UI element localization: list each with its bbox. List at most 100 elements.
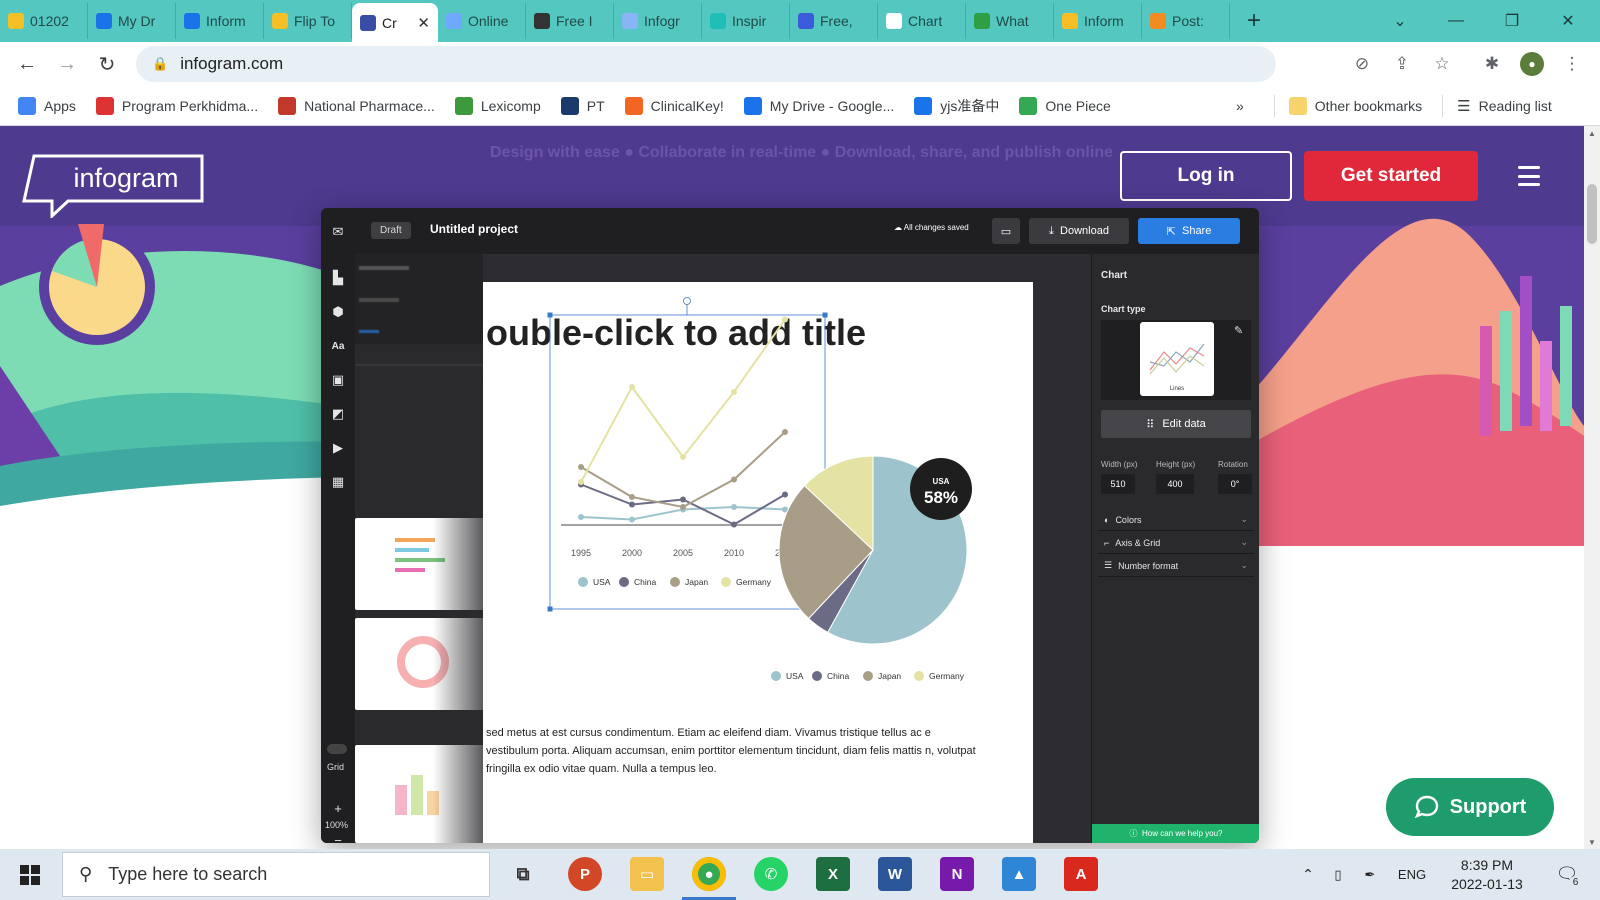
browser-tab[interactable]: Inform (1054, 3, 1142, 39)
infogram-icon (360, 14, 376, 31)
tab-title: Inform (1084, 13, 1124, 29)
browser-tab[interactable]: Post: (1142, 3, 1230, 39)
excel-icon[interactable]: X (816, 857, 850, 891)
browser-tab[interactable]: What (966, 3, 1054, 39)
browser-tab[interactable]: Free, (790, 3, 878, 39)
minimize-icon[interactable]: — (1428, 0, 1484, 42)
powerpoint-icon[interactable]: P (568, 857, 602, 891)
share-page-icon[interactable]: ⇪ (1390, 52, 1414, 76)
drive-icon (96, 13, 112, 29)
tab-strip: 01202 My Dr Inform Flip To Cr ✕ Online Free I In… (0, 0, 1600, 42)
bookmark-icon (560, 96, 579, 115)
browser-tab[interactable]: Inspir (702, 3, 790, 39)
logo-text: infogram (73, 163, 178, 193)
menu-dots-icon[interactable]: ⋮ (1560, 52, 1584, 76)
tray-network-icon[interactable]: ▯ (1326, 849, 1350, 900)
template-thumb-1 (355, 518, 485, 610)
pie-legend-swatch (863, 671, 873, 681)
clock-date: 2022-01-13 (1451, 876, 1523, 892)
taskbar-search-input[interactable]: ⚲ Type here to search (62, 852, 490, 897)
close-tab-icon[interactable]: ✕ (417, 14, 430, 32)
onenote-icon[interactable]: N (940, 857, 974, 891)
task-view-icon[interactable]: ⧉ (506, 857, 540, 891)
page-viewport: infogram Design with ease ● Collaborate … (0, 126, 1584, 849)
bookmark-label: yjs准备中 (940, 97, 1000, 114)
acrobat-icon[interactable]: A (1064, 857, 1098, 891)
new-tab-icon[interactable]: + (1236, 3, 1272, 39)
line-point (680, 504, 686, 510)
scroll-up-icon[interactable]: ▲ (1584, 126, 1600, 140)
other-bookmarks[interactable]: Other bookmarks (1288, 97, 1422, 115)
document-body-text: sed metus at est cursus condimentum. Eti… (486, 727, 976, 775)
reading-list[interactable]: ☰ Reading list (1457, 97, 1552, 115)
chrome-icon[interactable]: ● (692, 857, 726, 891)
browser-tab[interactable]: Online (438, 3, 526, 39)
photos-icon[interactable]: ▲ (1002, 857, 1036, 891)
tray-chevron-up-icon[interactable]: ⌃ (1296, 849, 1320, 900)
chat-bubble-icon (1414, 795, 1438, 819)
browser-tab[interactable]: Cr ✕ (352, 3, 438, 42)
tab-title: Inspir (732, 13, 767, 29)
line-point (578, 464, 584, 470)
bookmark-label: Apps (44, 97, 76, 114)
tab-search-icon[interactable]: ⌄ (1372, 0, 1428, 42)
chart-type-card: Lines (1140, 322, 1214, 396)
infogram-logo[interactable]: infogram (22, 154, 204, 218)
browser-tab[interactable]: Infogr (614, 3, 702, 39)
star-icon[interactable]: ☆ (1430, 52, 1454, 76)
eye-off-icon[interactable]: ⊘ (1350, 52, 1374, 76)
language-indicator[interactable]: ENG (1392, 849, 1432, 900)
word-icon[interactable]: W (878, 857, 912, 891)
browser-tab[interactable]: Free I (526, 3, 614, 39)
charts-area: 19952000200520102015USAChinaJapanGermany… (547, 297, 972, 681)
chevron-down-icon: ⌄ (1240, 560, 1248, 570)
zoom-in-icon: + (334, 800, 342, 816)
tray-pen-icon[interactable]: ✒ (1358, 849, 1382, 900)
bookmark-item[interactable]: Lexicomp (454, 96, 541, 115)
system-clock[interactable]: 8:39 PM 2022-01-13 (1432, 856, 1542, 894)
forward-icon[interactable]: → (47, 44, 87, 84)
support-button[interactable]: Support (1386, 778, 1554, 836)
bookmark-item[interactable]: National Pharmace... (278, 96, 435, 115)
restore-icon[interactable]: ❐ (1484, 0, 1540, 42)
browser-tab[interactable]: Inform (176, 3, 264, 39)
get-started-button[interactable]: Get started (1304, 151, 1478, 201)
map-tool-icon: ⬢ (332, 304, 344, 319)
template-thumb-2 (355, 618, 485, 710)
scrollbar-thumb[interactable] (1587, 184, 1597, 244)
address-bar[interactable]: 🔒 infogram.com (136, 46, 1276, 82)
pie-legend-swatch (914, 671, 924, 681)
profile-avatar[interactable]: ● (1520, 52, 1544, 76)
bookmark-item[interactable]: yjs准备中 (914, 96, 999, 116)
browser-tab[interactable]: Flip To (264, 3, 352, 39)
extensions-icon[interactable]: ✱ (1480, 52, 1504, 76)
scroll-down-icon[interactable]: ▼ (1584, 835, 1600, 849)
line-point (782, 429, 788, 435)
bookmark-item[interactable]: ClinicalKey! (624, 96, 724, 115)
bookmark-item[interactable]: My Drive - Google... (743, 96, 894, 115)
back-icon[interactable]: ← (7, 44, 47, 84)
tagline: Design with ease ● Collaborate in real-t… (490, 144, 1113, 161)
bookmark-item[interactable]: PT (560, 96, 605, 115)
log-in-button[interactable]: Log in (1120, 151, 1292, 201)
whatsapp-icon[interactable]: ✆ (754, 857, 788, 891)
bookmark-item[interactable]: Program Perkhidma... (95, 96, 258, 115)
slides-icon (1062, 13, 1078, 29)
notification-icon[interactable]: 🗨 6 (1550, 849, 1584, 900)
hamburger-menu-icon[interactable] (1518, 166, 1540, 186)
bookmark-item[interactable]: Apps (18, 96, 76, 115)
file-explorer-icon[interactable]: ▭ (630, 857, 664, 891)
legend-swatch (619, 577, 629, 587)
page-scrollbar[interactable]: ▲ ▼ (1584, 126, 1600, 849)
bookmarks-overflow-icon[interactable]: » (1236, 98, 1244, 114)
bookmark-item[interactable]: One Piece (1019, 96, 1111, 115)
tab-title: Chart (908, 13, 943, 29)
text-tool-icon: Aa (331, 340, 345, 352)
lines-thumbnail-icon: Lines (1149, 343, 1205, 392)
reload-icon[interactable]: ↻ (87, 44, 127, 84)
browser-tab[interactable]: My Dr (88, 3, 176, 39)
close-window-icon[interactable]: ✕ (1540, 0, 1596, 42)
browser-tab[interactable]: 01202 (0, 3, 88, 39)
start-button[interactable] (0, 849, 60, 900)
browser-tab[interactable]: Chart (878, 3, 966, 39)
